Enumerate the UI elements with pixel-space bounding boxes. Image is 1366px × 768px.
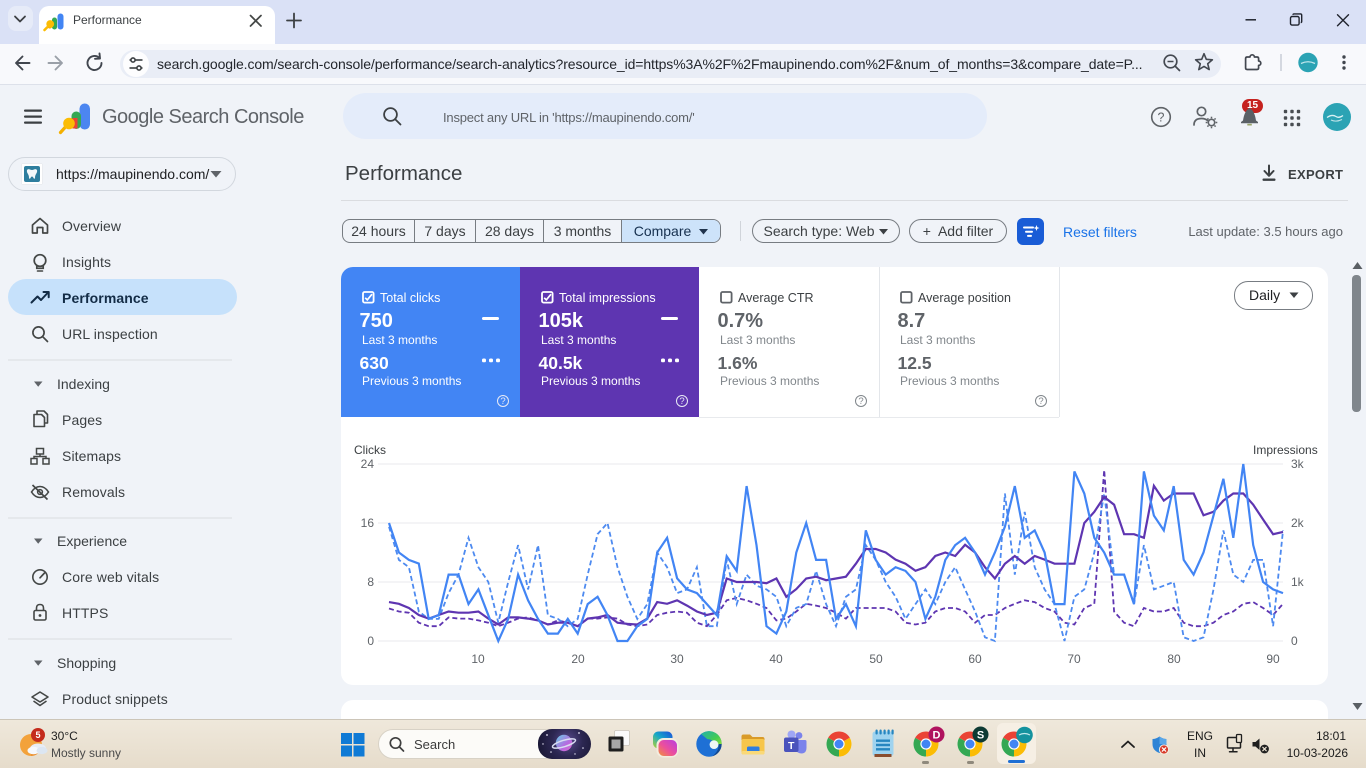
svg-text:60: 60 — [968, 652, 982, 666]
svg-text:24: 24 — [361, 457, 375, 471]
svg-text:50: 50 — [869, 652, 883, 666]
svg-text:0: 0 — [367, 634, 374, 648]
svg-text:Experience: Experience — [57, 533, 127, 549]
svg-text:3k: 3k — [1291, 457, 1305, 471]
svg-text:Overview: Overview — [62, 218, 122, 234]
svg-text:2k: 2k — [1291, 516, 1305, 530]
svg-text:Pages: Pages — [62, 412, 102, 428]
svg-text:30: 30 — [670, 652, 684, 666]
svg-text:70: 70 — [1067, 652, 1081, 666]
svg-text:Sitemaps: Sitemaps — [62, 448, 121, 464]
svg-text:Indexing: Indexing — [57, 376, 110, 392]
svg-text:Removals: Removals — [62, 484, 125, 500]
svg-text:40: 40 — [769, 652, 783, 666]
svg-text:T: T — [788, 740, 795, 752]
svg-text:8: 8 — [367, 575, 374, 589]
svg-text:16: 16 — [361, 516, 375, 530]
svg-text:10: 10 — [471, 652, 485, 666]
svg-text:Performance: Performance — [62, 290, 149, 306]
svg-text:0: 0 — [1291, 634, 1298, 648]
svg-text:Shopping: Shopping — [57, 655, 116, 671]
svg-text:Product snippets: Product snippets — [62, 691, 168, 707]
svg-text:80: 80 — [1167, 652, 1181, 666]
svg-text:90: 90 — [1266, 652, 1280, 666]
svg-text:Core web vitals: Core web vitals — [62, 569, 159, 585]
svg-text:1k: 1k — [1291, 575, 1305, 589]
svg-text:URL inspection: URL inspection — [62, 326, 158, 342]
svg-text:?: ? — [1158, 111, 1165, 125]
svg-text:S: S — [977, 730, 984, 742]
svg-text:20: 20 — [571, 652, 585, 666]
svg-text:HTTPS: HTTPS — [62, 605, 108, 621]
svg-text:Insights: Insights — [62, 254, 111, 270]
svg-text:D: D — [933, 730, 941, 742]
